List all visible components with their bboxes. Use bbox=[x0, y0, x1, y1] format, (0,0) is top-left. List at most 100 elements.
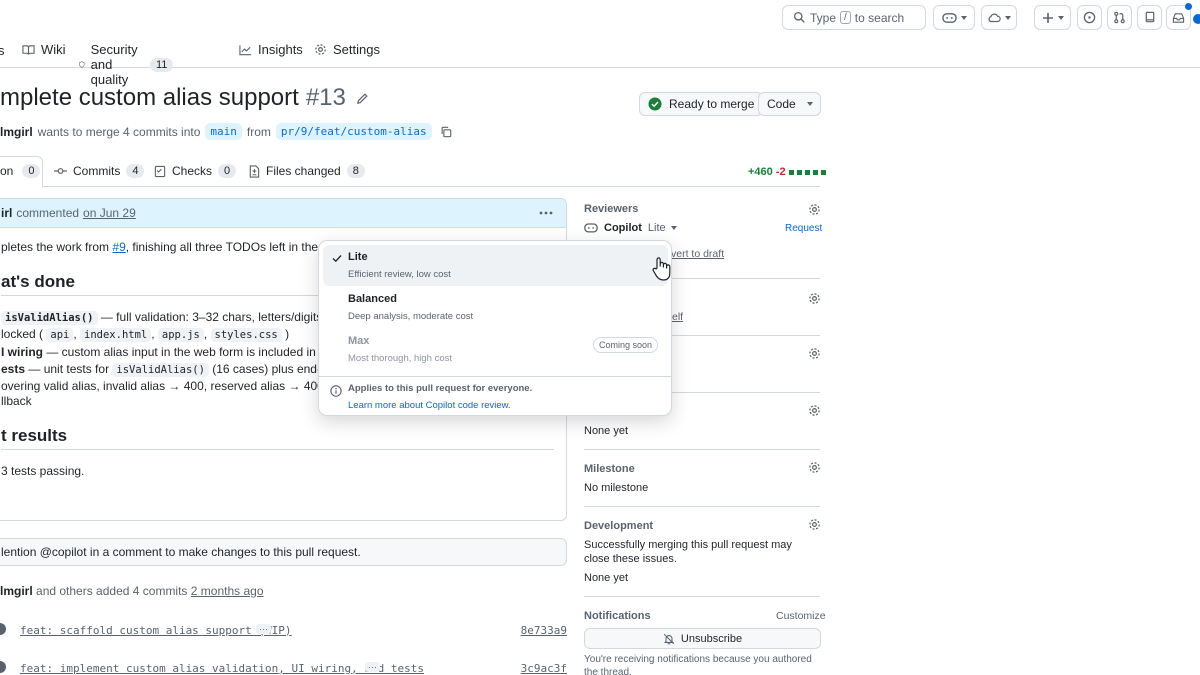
convert-to-draft-link[interactable]: vert to draft bbox=[671, 248, 724, 260]
tests-passing-text: 3 tests passing. bbox=[1, 464, 85, 478]
hand-cursor-icon bbox=[652, 257, 671, 281]
option-lite[interactable]: Lite Efficient review, low cost bbox=[323, 245, 668, 286]
option-description: Efficient review, low cost bbox=[348, 269, 451, 280]
request-review-link[interactable]: Request bbox=[785, 223, 822, 234]
repo-tab-fragment: s bbox=[0, 43, 5, 58]
app-header: Type / to search s Wiki Security and qua… bbox=[0, 0, 1200, 87]
option-max: Max Most thorough, high cost Coming soon bbox=[323, 329, 668, 370]
issue-icon bbox=[1083, 11, 1096, 24]
repo-icon bbox=[1145, 11, 1154, 23]
commit-icon bbox=[54, 168, 67, 174]
milestone-heading: Milestone bbox=[584, 463, 635, 475]
review-level-label: Lite bbox=[647, 221, 666, 234]
tab-checks[interactable]: Checks 0 bbox=[154, 164, 237, 178]
tab-insights[interactable]: Insights bbox=[239, 42, 303, 57]
bell-slash-icon bbox=[663, 633, 675, 644]
inline-code: isValidAlias() bbox=[112, 363, 209, 377]
diff-block bbox=[804, 169, 810, 175]
gear-icon[interactable] bbox=[808, 461, 821, 474]
bullet-text: — unit tests for bbox=[25, 362, 110, 376]
cloud-icon bbox=[988, 13, 1001, 22]
bullet-text: ) bbox=[285, 327, 290, 341]
bullet-text: locked ( bbox=[1, 327, 44, 341]
chevron-down-icon bbox=[806, 102, 813, 106]
additions-count: +460 bbox=[748, 166, 773, 178]
reviewers-heading: Reviewers bbox=[584, 203, 639, 215]
reviewer-copilot: Copilot Lite bbox=[584, 221, 677, 234]
bullet-tests-line3: llback bbox=[1, 394, 32, 408]
search-input[interactable]: Type / to search bbox=[782, 5, 926, 30]
code-button[interactable]: Code bbox=[758, 92, 821, 116]
commit-message[interactable]: feat: scaffold custom alias support (WIP… bbox=[20, 624, 292, 637]
option-label: Max bbox=[348, 335, 370, 347]
comment-intro: pletes the work from #9, finishing all t… bbox=[1, 240, 357, 254]
tab-label: on bbox=[0, 164, 14, 178]
gear-icon bbox=[315, 44, 326, 55]
unsubscribe-button[interactable]: Unsubscribe bbox=[584, 628, 821, 649]
divider bbox=[1, 449, 554, 450]
code-label: Code bbox=[767, 97, 796, 111]
commit-message[interactable]: feat: implement custom alias validation,… bbox=[20, 662, 424, 675]
pr-title-text: mplete custom alias support bbox=[0, 84, 299, 111]
merge-text: wants to merge 4 commits into bbox=[37, 124, 201, 139]
customize-link[interactable]: Customize bbox=[776, 610, 826, 622]
tab-label: Insights bbox=[258, 42, 303, 57]
bullet-bold: ests bbox=[1, 362, 26, 376]
notifications-heading: Notifications bbox=[584, 610, 651, 622]
learn-more-link[interactable]: Learn more about Copilot code review. bbox=[348, 400, 511, 411]
divider bbox=[584, 449, 820, 450]
pr-author[interactable]: lmgirl bbox=[0, 125, 33, 139]
tab-wiki[interactable]: Wiki bbox=[22, 42, 66, 57]
commit-sha[interactable]: 8e733a9 bbox=[521, 624, 567, 637]
ready-to-merge-button[interactable]: Ready to merge bbox=[639, 92, 764, 116]
base-branch[interactable]: main bbox=[205, 123, 242, 140]
development-value: None yet bbox=[584, 572, 629, 584]
timeline-when[interactable]: 2 months ago bbox=[191, 584, 264, 598]
inbox-icon bbox=[1172, 12, 1185, 23]
divider bbox=[319, 376, 671, 377]
gear-icon[interactable] bbox=[808, 404, 821, 417]
option-balanced[interactable]: Balanced Deep analysis, moderate cost bbox=[323, 287, 668, 328]
review-level-dropdown: Lite Efficient review, low cost Balanced… bbox=[318, 240, 672, 416]
create-new-button[interactable] bbox=[1034, 5, 1071, 30]
tab-settings[interactable]: Settings bbox=[314, 42, 380, 57]
codespaces-menu-button[interactable] bbox=[981, 5, 1017, 30]
comment-date[interactable]: on Jun 29 bbox=[83, 206, 136, 220]
gear-icon[interactable] bbox=[808, 347, 821, 360]
issues-button[interactable] bbox=[1077, 5, 1102, 30]
bullet-text: — custom alias input in the web form is … bbox=[43, 345, 336, 359]
copilot-mention-hint: lention @copilot in a comment to make ch… bbox=[0, 538, 567, 566]
comment-author[interactable]: irl bbox=[1, 206, 12, 220]
avatar[interactable] bbox=[1193, 14, 1200, 24]
gear-icon[interactable] bbox=[808, 518, 821, 531]
gear-icon[interactable] bbox=[808, 203, 821, 216]
chevron-down-icon bbox=[670, 225, 677, 230]
commit-expand-button[interactable]: ··· bbox=[365, 662, 380, 672]
heading-test-results: t results bbox=[1, 426, 68, 445]
tab-commits[interactable]: Commits 4 bbox=[54, 164, 145, 178]
tab-security[interactable]: Security and quality 11 bbox=[79, 42, 174, 87]
copy-icon[interactable] bbox=[440, 126, 452, 138]
commit-sha[interactable]: 3c9ac3f bbox=[521, 662, 567, 675]
issue-link[interactable]: #9 bbox=[112, 240, 125, 254]
repositories-button[interactable] bbox=[1137, 5, 1162, 30]
checklist-icon bbox=[154, 165, 166, 177]
gear-icon[interactable] bbox=[808, 292, 821, 305]
kebab-horizontal-icon[interactable] bbox=[539, 211, 553, 215]
bullet-validation-cont: locked ( api, index.html, app.js, styles… bbox=[1, 327, 290, 342]
copilot-menu-button[interactable] bbox=[933, 5, 975, 30]
timeline-author[interactable]: lmgirl bbox=[0, 584, 33, 598]
graph-icon bbox=[239, 44, 252, 55]
review-level-selector[interactable]: Lite bbox=[648, 222, 677, 234]
intro-text: pletes the work from bbox=[1, 240, 110, 254]
pull-requests-button[interactable] bbox=[1107, 5, 1132, 30]
pencil-icon[interactable] bbox=[356, 92, 369, 105]
tab-conversation[interactable]: on 0 bbox=[0, 164, 41, 178]
pr-tabs: on 0 Commits 4 Checks 0 Files changed 8 bbox=[0, 156, 820, 188]
commit-expand-button[interactable]: ··· bbox=[256, 624, 271, 634]
head-branch[interactable]: pr/9/feat/custom-alias bbox=[275, 123, 432, 140]
diff-block bbox=[788, 169, 794, 175]
assign-yourself-link[interactable]: elf bbox=[672, 311, 683, 323]
tab-counter: 0 bbox=[22, 164, 41, 178]
tab-files-changed[interactable]: Files changed 8 bbox=[248, 164, 365, 178]
